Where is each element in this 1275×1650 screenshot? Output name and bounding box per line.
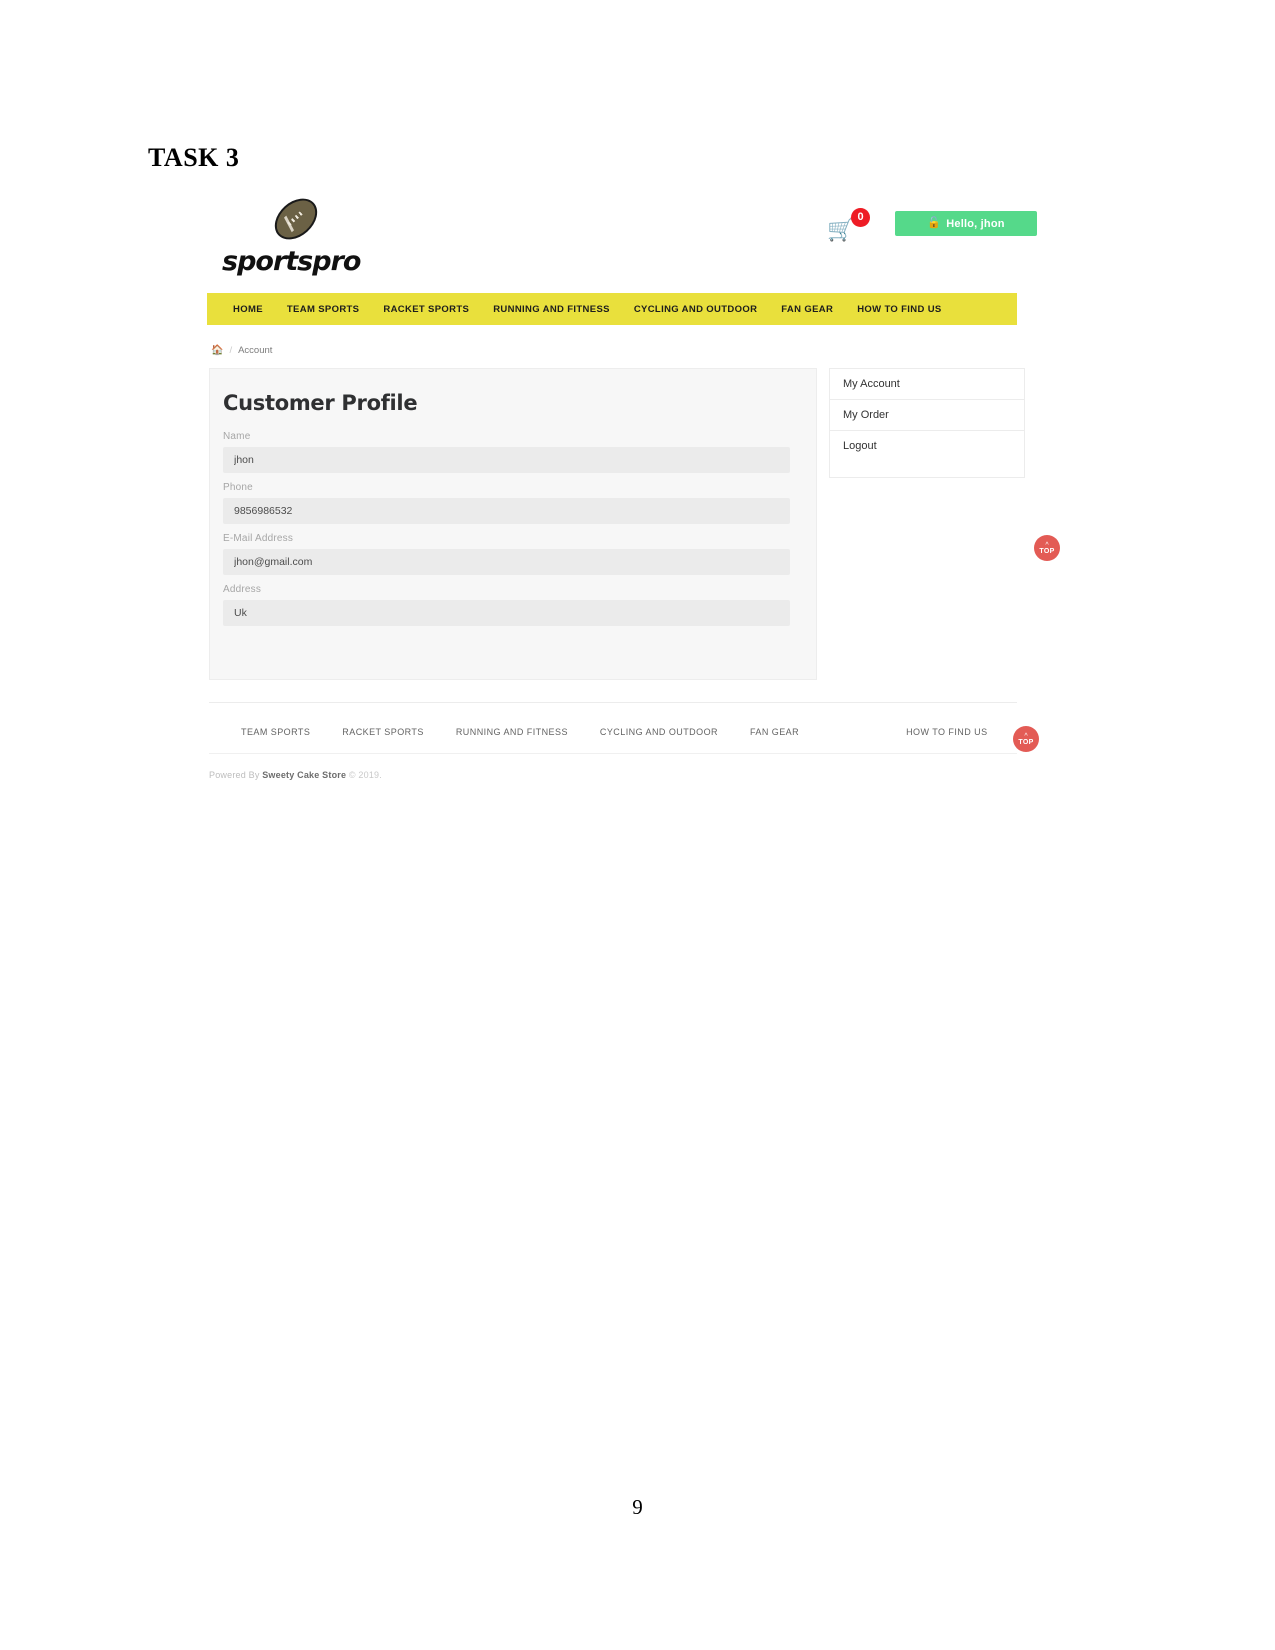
field-label-address: Address: [223, 584, 262, 595]
footer-nav-item-fan-gear[interactable]: FAN GEAR: [734, 727, 815, 737]
field-address: Address: [223, 584, 790, 626]
phone-input[interactable]: [223, 498, 790, 524]
breadcrumb-current: Account: [238, 345, 273, 356]
nav-item-racket-sports[interactable]: RACKET SPORTS: [371, 304, 481, 315]
footer-divider: [209, 702, 1017, 703]
greeting-button[interactable]: 🔓 Hello, jhon: [895, 211, 1037, 236]
unlock-icon: 🔓: [927, 217, 942, 229]
scroll-to-top-label: TOP: [1039, 547, 1055, 555]
cart-count-badge: 0: [851, 208, 870, 227]
customer-profile-card: Customer Profile Name Phone E-Mail Addre…: [209, 368, 817, 680]
site-header: sportspro 🛒 0 🔓 Hello, jhon: [207, 190, 1052, 290]
address-input[interactable]: [223, 600, 790, 626]
footer-nav-item-racket-sports[interactable]: RACKET SPORTS: [326, 727, 440, 737]
copyright-year: © 2019.: [348, 770, 382, 780]
footer-nav-item-cycling-and-outdoor[interactable]: CYCLING AND OUTDOOR: [584, 727, 734, 737]
field-email: E-Mail Address: [223, 533, 790, 575]
field-name: Name: [223, 431, 790, 473]
nav-item-running-and-fitness[interactable]: RUNNING AND FITNESS: [481, 304, 622, 315]
store-name-link[interactable]: Sweety Cake Store: [262, 770, 346, 780]
nav-item-how-to-find-us[interactable]: HOW TO FIND US: [845, 304, 953, 315]
nav-item-cycling-and-outdoor[interactable]: CYCLING AND OUTDOOR: [622, 304, 769, 315]
cart-button[interactable]: 🛒 0: [827, 208, 873, 248]
powered-by-text: Powered By: [209, 770, 260, 780]
scroll-to-top-button[interactable]: ^ TOP: [1034, 535, 1060, 561]
footer-nav-item-running-and-fitness[interactable]: RUNNING AND FITNESS: [440, 727, 584, 737]
footer-navigation: TEAM SPORTS RACKET SPORTS RUNNING AND FI…: [209, 717, 1017, 747]
email-input[interactable]: [223, 549, 790, 575]
field-phone: Phone: [223, 482, 790, 524]
nav-item-team-sports[interactable]: TEAM SPORTS: [275, 304, 371, 315]
account-menu-item-logout[interactable]: Logout: [830, 431, 1024, 461]
field-label-name: Name: [223, 431, 251, 442]
name-input[interactable]: [223, 447, 790, 473]
breadcrumb: 🏠 / Account: [211, 345, 272, 356]
field-label-phone: Phone: [223, 482, 253, 493]
football-icon: [266, 190, 326, 248]
scroll-to-top-label: TOP: [1018, 738, 1034, 746]
scroll-to-top-button-footer[interactable]: ^ TOP: [1013, 726, 1039, 752]
footer-bottom-divider: [209, 753, 1017, 754]
nav-item-home[interactable]: HOME: [221, 304, 275, 315]
page-title: TASK 3: [148, 143, 240, 172]
footer-nav-item-how-to-find-us[interactable]: HOW TO FIND US: [890, 727, 1003, 737]
nav-item-fan-gear[interactable]: FAN GEAR: [769, 304, 845, 315]
greeting-label: Hello, jhon: [946, 217, 1005, 230]
breadcrumb-separator: /: [229, 345, 233, 356]
account-menu-item-my-account[interactable]: My Account: [830, 369, 1024, 400]
home-icon[interactable]: 🏠: [211, 345, 223, 356]
account-menu: My Account My Order Logout: [829, 368, 1025, 478]
page-number: 9: [632, 1495, 643, 1519]
app-screenshot: sportspro 🛒 0 🔓 Hello, jhon HOME TEAM SP…: [207, 190, 1060, 810]
brand-logo[interactable]: sportspro: [217, 190, 407, 285]
profile-heading: Customer Profile: [223, 391, 418, 415]
field-label-email: E-Mail Address: [223, 533, 294, 544]
main-navigation: HOME TEAM SPORTS RACKET SPORTS RUNNING A…: [207, 293, 1017, 325]
shopping-cart-icon: 🛒: [827, 217, 855, 242]
brand-name: sportspro: [222, 246, 361, 277]
account-menu-item-my-order[interactable]: My Order: [830, 400, 1024, 431]
footer-nav-item-team-sports[interactable]: TEAM SPORTS: [225, 727, 326, 737]
footer-copyright: Powered By Sweety Cake Store © 2019.: [209, 770, 382, 780]
